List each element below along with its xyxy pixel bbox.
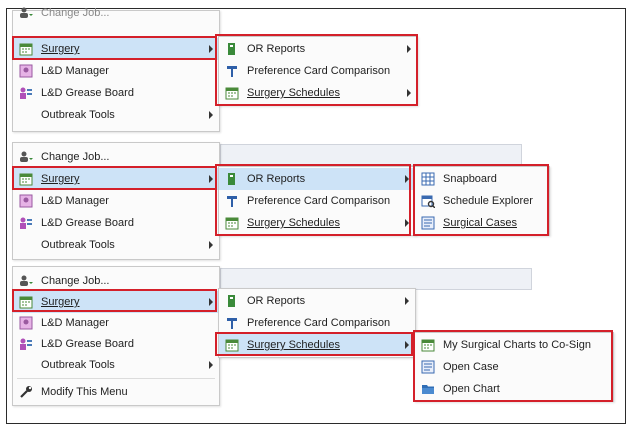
annotation-box — [12, 289, 217, 312]
menu-item-outbreak-tools[interactable]: Outbreak Tools — [13, 234, 219, 256]
annotation-box — [215, 164, 411, 236]
background-window — [220, 144, 522, 166]
ld-grease-board-icon — [19, 216, 33, 230]
chevron-right-icon — [405, 297, 409, 305]
menu-item-preference-card-comparison[interactable]: Preference Card Comparison — [219, 312, 415, 334]
wrench-icon — [19, 385, 33, 399]
menu-item-ld-manager[interactable]: L&D Manager — [13, 312, 219, 334]
ld-grease-board-icon — [19, 86, 33, 100]
annotation-box — [413, 164, 549, 236]
annotation-box — [12, 166, 217, 190]
main-menu-bottom: Change Job... Surgery L&D Manager L&D Gr… — [12, 266, 220, 406]
change-job-icon — [19, 150, 33, 164]
menu-item-change-job[interactable]: Change Job... — [13, 146, 219, 168]
annotation-box — [215, 34, 418, 106]
chevron-right-icon — [209, 111, 213, 119]
menu-item-ld-manager[interactable]: L&D Manager — [13, 190, 219, 212]
ld-manager-icon — [19, 194, 33, 208]
annotation-box — [413, 330, 613, 402]
menu-item-ld-grease-board[interactable]: L&D Grease Board — [13, 212, 219, 234]
annotation-box — [12, 36, 217, 60]
menu-item-outbreak-tools[interactable]: Outbreak Tools — [13, 354, 219, 376]
menu-item-or-reports[interactable]: OR Reports — [219, 290, 415, 312]
chevron-right-icon — [209, 241, 213, 249]
menu-item-ld-grease-board[interactable]: L&D Grease Board — [13, 333, 219, 355]
menu-item-outbreak-tools[interactable]: Outbreak Tools — [13, 104, 219, 126]
annotation-box — [215, 332, 413, 356]
ld-grease-board-icon — [19, 337, 33, 351]
chevron-right-icon — [209, 361, 213, 369]
menu-separator — [17, 378, 215, 379]
or-reports-icon — [225, 294, 239, 308]
preference-card-icon — [225, 316, 239, 330]
menu-item-ld-manager[interactable]: L&D Manager — [13, 60, 219, 82]
menu-item-ld-grease-board[interactable]: L&D Grease Board — [13, 82, 219, 104]
background-window — [220, 268, 532, 290]
menu-item-change-job[interactable]: Change Job... — [13, 4, 219, 22]
ld-manager-icon — [19, 64, 33, 78]
main-menu-mid: Change Job... Surgery L&D Manager L&D Gr… — [12, 142, 220, 260]
menu-item-modify-this-menu[interactable]: Modify This Menu — [13, 381, 219, 403]
change-job-icon — [19, 274, 33, 288]
ld-manager-icon — [19, 316, 33, 330]
main-menu-top: Change Job... Surgery L&D Manager L&D Gr… — [12, 7, 220, 132]
change-job-icon — [19, 6, 33, 20]
